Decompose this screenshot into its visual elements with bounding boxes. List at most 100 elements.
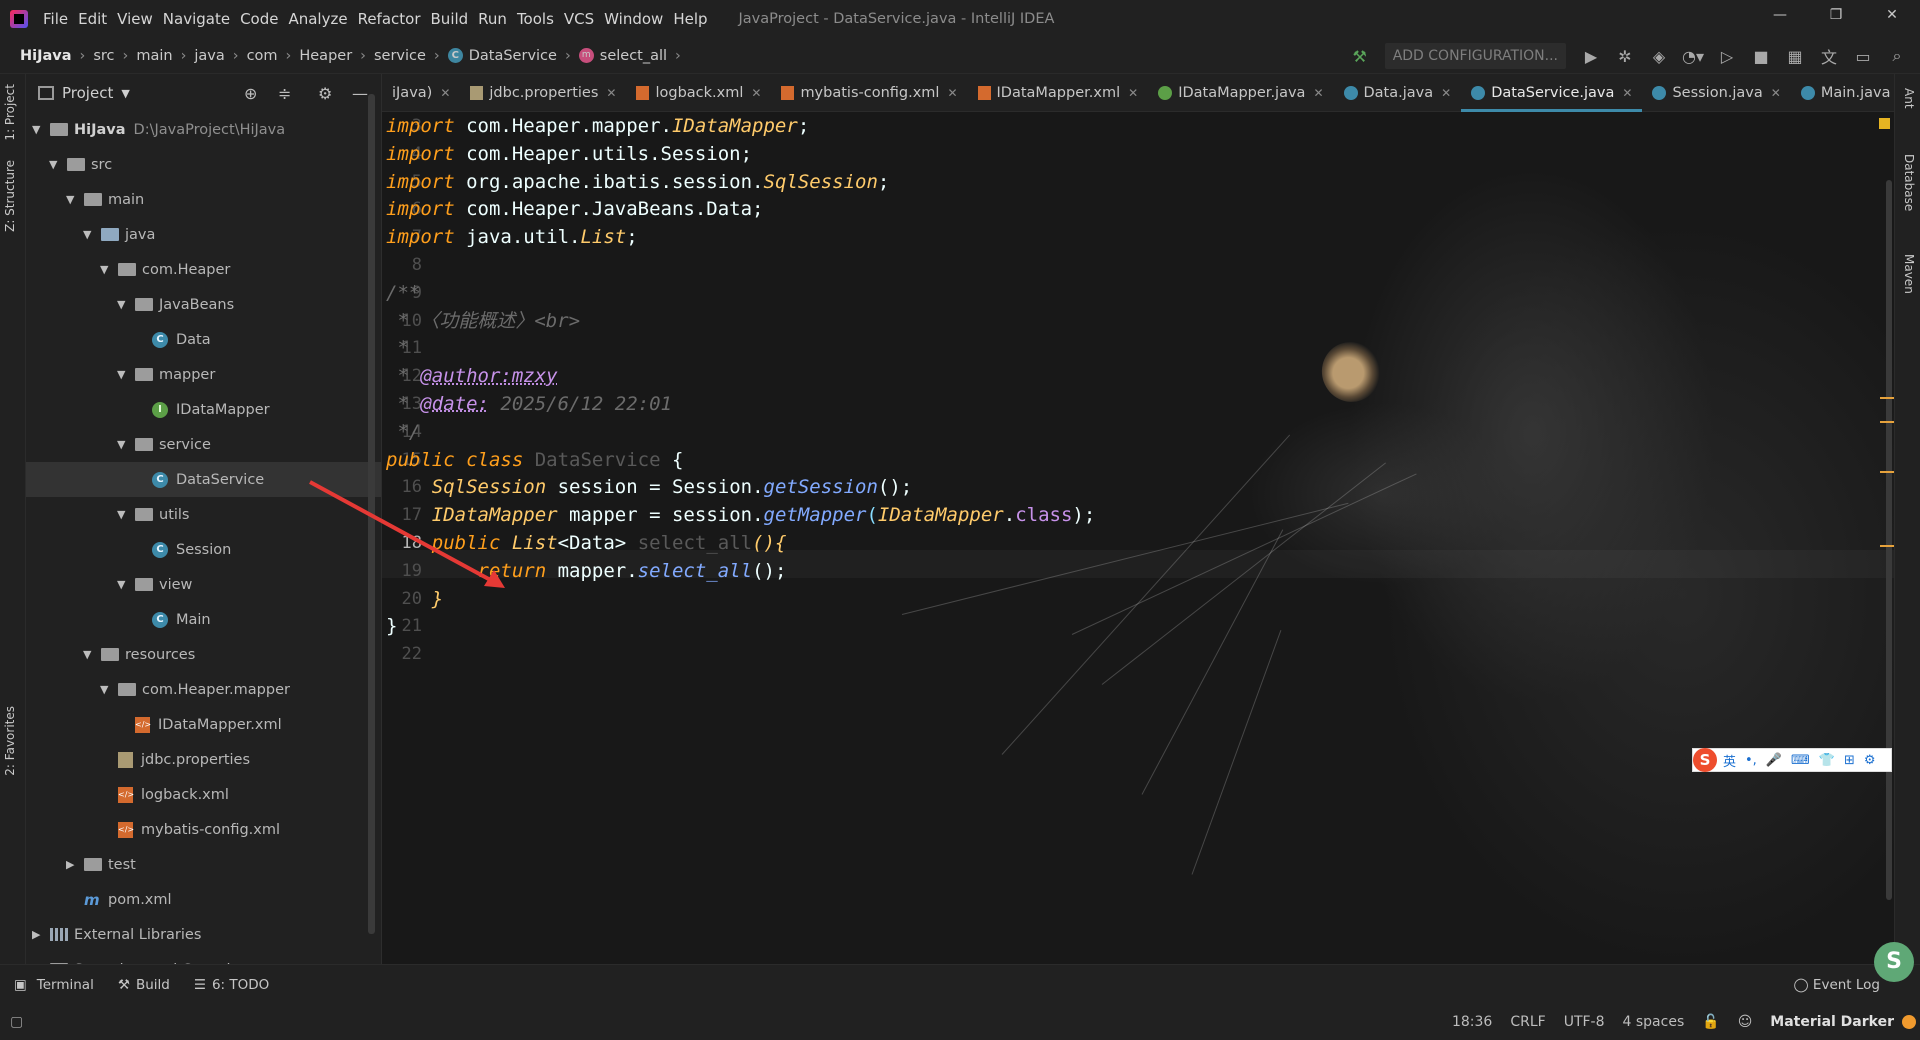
editor-scrollbar[interactable] xyxy=(1886,180,1892,900)
editor-tab[interactable]: DataService.java ✕ xyxy=(1461,74,1643,112)
breadcrumb-dataservice[interactable]: DataService xyxy=(469,48,557,64)
debug-icon[interactable]: ✲ xyxy=(1608,47,1642,66)
breadcrumb-select-all[interactable]: select_all xyxy=(600,48,667,64)
tree-item[interactable]: C DataService xyxy=(26,462,381,497)
inspector-icon[interactable]: ☺ xyxy=(1738,1014,1753,1030)
code-line[interactable]: * @date: 2025/6/12 22:01 xyxy=(386,390,672,418)
code-line[interactable]: import com.Heaper.utils.Session; xyxy=(386,140,752,168)
menu-item-code[interactable]: Code xyxy=(235,10,283,28)
menu-item-tools[interactable]: Tools xyxy=(512,10,559,28)
tree-item[interactable]: ▼ HiJava D:\JavaProject\HiJava xyxy=(26,112,381,147)
tree-item[interactable]: ▼ service xyxy=(26,427,381,462)
close-tab-icon[interactable]: ✕ xyxy=(1128,86,1138,100)
lock-icon[interactable]: 🔓 xyxy=(1702,1014,1719,1030)
breadcrumb-main[interactable]: main xyxy=(136,48,172,64)
translate-icon[interactable]: 文 xyxy=(1812,44,1846,68)
ime-item-icon[interactable]: ⌨ xyxy=(1791,753,1810,768)
theme-name[interactable]: Material Darker xyxy=(1770,1014,1894,1030)
error-stripe-mark[interactable] xyxy=(1880,471,1894,473)
tree-item[interactable]: ▼ com.Heaper.mapper xyxy=(26,672,381,707)
terminal-tool-tab[interactable]: Terminal xyxy=(37,977,94,993)
expand-arrow-icon[interactable]: ▼ xyxy=(117,298,135,311)
code-line[interactable]: return mapper.select_all(); xyxy=(386,557,787,585)
tree-item[interactable]: C Session xyxy=(26,532,381,567)
breadcrumb-com[interactable]: com xyxy=(247,48,278,64)
warning-indicator-icon[interactable] xyxy=(1879,118,1890,129)
search-icon[interactable]: ⌕ xyxy=(1880,46,1914,66)
expand-arrow-icon[interactable]: ▼ xyxy=(117,368,135,381)
tree-item[interactable]: ▼ utils xyxy=(26,497,381,532)
close-tab-icon[interactable]: ✕ xyxy=(751,86,761,100)
tree-item[interactable]: I IDataMapper xyxy=(26,392,381,427)
code-line[interactable]: public List<Data> select_all(){ xyxy=(386,529,787,557)
code-line[interactable]: */ xyxy=(386,418,420,446)
project-tool-tab[interactable]: 1: Project xyxy=(3,84,17,141)
presentation-icon[interactable]: ▭ xyxy=(1846,47,1880,66)
menu-item-vcs[interactable]: VCS xyxy=(559,10,599,28)
breadcrumb-heaper[interactable]: Heaper xyxy=(299,48,352,64)
close-tab-icon[interactable]: ✕ xyxy=(947,86,957,100)
collapse-all-icon[interactable]: ≑ xyxy=(278,84,291,103)
menu-item-build[interactable]: Build xyxy=(426,10,474,28)
run-icon[interactable]: ▶ xyxy=(1574,47,1608,66)
todo-tool-tab[interactable]: 6: TODO xyxy=(212,977,269,993)
ant-tool-tab[interactable]: Ant xyxy=(1902,88,1916,109)
expand-arrow-icon[interactable]: ▼ xyxy=(117,508,135,521)
close-tab-icon[interactable]: ✕ xyxy=(1313,86,1323,100)
chevron-down-icon[interactable]: ▼ xyxy=(121,87,129,100)
tree-item[interactable]: ▼ mapper xyxy=(26,357,381,392)
editor-tab[interactable]: Main.java✕ xyxy=(1791,74,1894,112)
input-method-toolbar[interactable]: S 英 •, 🎤 ⌨ 👕 ⊞ ⚙ xyxy=(1692,748,1892,772)
build-tool-tab[interactable]: Build xyxy=(136,977,170,993)
code-line[interactable]: import org.apache.ibatis.session.SqlSess… xyxy=(386,168,889,196)
menu-item-edit[interactable]: Edit xyxy=(73,10,112,28)
structure-tool-tab[interactable]: Z: Structure xyxy=(3,160,17,232)
notification-icon[interactable] xyxy=(1902,1015,1916,1029)
file-encoding[interactable]: UTF-8 xyxy=(1564,1014,1605,1030)
assistant-badge-icon[interactable]: S xyxy=(1874,942,1914,982)
breadcrumb-service[interactable]: service xyxy=(374,48,426,64)
tree-item[interactable]: </> IDataMapper.xml xyxy=(26,707,381,742)
sogou-logo-icon[interactable]: S xyxy=(1693,748,1717,772)
tree-item[interactable]: ▶ External Libraries xyxy=(26,917,381,952)
expand-arrow-icon[interactable]: ▼ xyxy=(32,123,50,136)
editor-tab[interactable]: IDataMapper.xml ✕ xyxy=(968,74,1149,112)
tree-item[interactable]: jdbc.properties xyxy=(26,742,381,777)
editor-tab[interactable]: iJava) ✕ xyxy=(382,74,460,112)
expand-arrow-icon[interactable]: ▶ xyxy=(32,928,50,941)
expand-arrow-icon[interactable]: ▼ xyxy=(83,648,101,661)
line-separator[interactable]: CRLF xyxy=(1510,1014,1545,1030)
ime-item-icon[interactable]: •, xyxy=(1745,753,1757,768)
code-line[interactable]: import com.Heaper.mapper.IDataMapper; xyxy=(386,112,809,140)
profile-icon[interactable]: ◔▾ xyxy=(1676,47,1710,66)
expand-arrow-icon[interactable]: ▼ xyxy=(83,228,101,241)
event-log-tab[interactable]: ◯ Event Log xyxy=(1794,977,1880,993)
breadcrumb-src[interactable]: src xyxy=(93,48,114,64)
stop-icon[interactable]: ■ xyxy=(1744,47,1778,66)
code-line[interactable]: public class DataService { xyxy=(386,446,683,474)
tree-item[interactable]: </> logback.xml xyxy=(26,777,381,812)
locate-icon[interactable]: ⊕ xyxy=(244,84,257,103)
menu-item-help[interactable]: Help xyxy=(668,10,712,28)
editor-tab[interactable]: Session.java ✕ xyxy=(1642,74,1790,112)
expand-arrow-icon[interactable]: ▼ xyxy=(117,438,135,451)
maximize-button[interactable]: ❐ xyxy=(1808,0,1864,30)
indent-setting[interactable]: 4 spaces xyxy=(1623,1014,1685,1030)
code-line[interactable]: IDataMapper mapper = session.getMapper(I… xyxy=(386,501,1096,529)
editor-tab[interactable]: jdbc.properties ✕ xyxy=(460,74,626,112)
favorites-tool-tab[interactable]: 2: Favorites xyxy=(3,706,17,776)
build-hammer-icon[interactable]: ⚒ xyxy=(1343,47,1377,66)
expand-arrow-icon[interactable]: ▼ xyxy=(49,158,67,171)
caret-position[interactable]: 18:36 xyxy=(1452,1014,1492,1030)
tree-item[interactable]: ▼ java xyxy=(26,217,381,252)
code-line[interactable]: import java.util.List; xyxy=(386,223,638,251)
close-tab-icon[interactable]: ✕ xyxy=(1622,86,1632,100)
expand-arrow-icon[interactable]: ▶ xyxy=(66,858,84,871)
expand-arrow-icon[interactable]: ▼ xyxy=(117,578,135,591)
project-panel-title[interactable]: Project xyxy=(62,84,113,102)
editor-tab[interactable]: logback.xml ✕ xyxy=(626,74,771,112)
code-line[interactable]: * @author:mzxy xyxy=(386,362,557,390)
tree-item[interactable]: ▼ view xyxy=(26,567,381,602)
tree-item[interactable]: ▼ src xyxy=(26,147,381,182)
close-tab-icon[interactable]: ✕ xyxy=(1441,86,1451,100)
